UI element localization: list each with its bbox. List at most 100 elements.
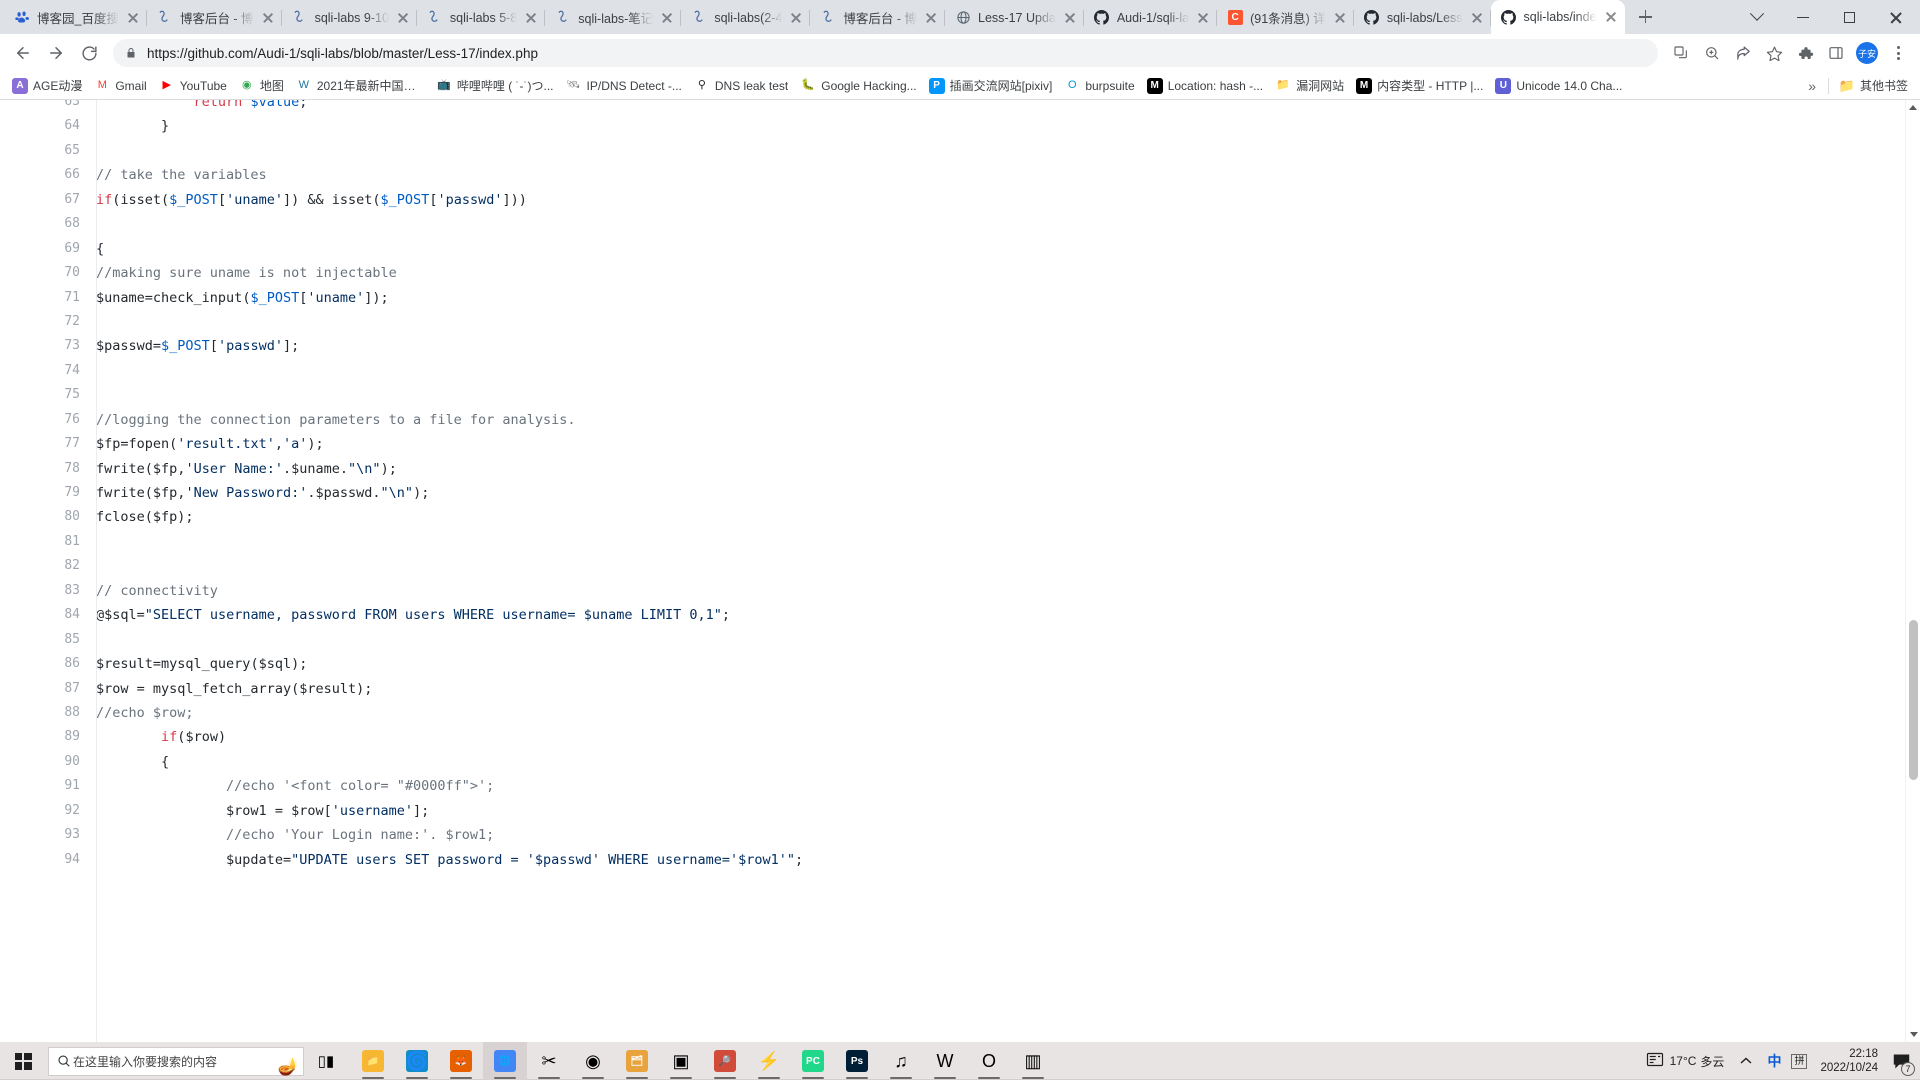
bookmark-item[interactable]: 📁 漏洞网站 bbox=[1269, 75, 1350, 97]
bookmark-item[interactable]: 📺 哔哩哔哩 ( ˙-˙)つ... bbox=[430, 75, 560, 97]
tab-close-button[interactable] bbox=[260, 10, 276, 26]
tab-close-button[interactable] bbox=[1195, 10, 1211, 26]
chrome-menu-icon[interactable] bbox=[1884, 46, 1912, 60]
browser-tab[interactable]: sqli-labs-笔记 bbox=[545, 1, 682, 34]
taskbar-app-folder-window[interactable]: 🗂 bbox=[615, 1042, 659, 1080]
reload-button[interactable] bbox=[74, 38, 104, 68]
extensions-puzzle-icon[interactable] bbox=[1791, 39, 1819, 67]
tab-close-button[interactable] bbox=[788, 10, 804, 26]
bookmark-item[interactable]: W 2021年最新中国翻... bbox=[290, 75, 430, 97]
browser-tab[interactable]: sqli-labs 5-8 bbox=[417, 1, 546, 34]
taskbar-app-file-explorer[interactable]: 📁 bbox=[351, 1042, 395, 1080]
diwali-doodle-icon[interactable]: 🪔 bbox=[278, 1058, 299, 1075]
browser-tab[interactable]: Audi-1/sqli-la bbox=[1084, 1, 1218, 34]
browser-tab[interactable]: sqli-labs/inde bbox=[1490, 0, 1625, 34]
browser-tab[interactable]: sqli-labs/Less bbox=[1354, 1, 1491, 34]
tab-search-dropdown-icon[interactable] bbox=[1734, 1, 1780, 34]
tab-title: sqli-labs(2-4 bbox=[714, 10, 783, 25]
profile-avatar[interactable]: 子安 bbox=[1856, 42, 1878, 64]
share-icon[interactable] bbox=[1729, 39, 1757, 67]
bookmark-item[interactable]: ⚲ DNS leak test bbox=[688, 75, 794, 97]
bookmark-item[interactable]: ▶ YouTube bbox=[153, 75, 233, 97]
taskbar-app-netease-music[interactable]: ♫ bbox=[879, 1042, 923, 1080]
browser-tab[interactable]: Less-17 Upda bbox=[945, 1, 1084, 34]
taskbar-app-pycharm[interactable]: PC bbox=[791, 1042, 835, 1080]
browser-tab[interactable]: 博客后台 - 博 bbox=[810, 1, 946, 34]
taskbar-app-microsoft-edge[interactable]: 🌀 bbox=[395, 1042, 439, 1080]
clock-date: 2022/10/24 bbox=[1820, 1062, 1878, 1074]
bookmark-item[interactable]: Oburpsuite bbox=[1058, 75, 1140, 97]
other-bookmarks-folder[interactable]: 📁 其他书签 bbox=[1833, 75, 1914, 97]
taskbar-app-navicat[interactable]: ◉ bbox=[571, 1042, 615, 1080]
start-button[interactable] bbox=[0, 1042, 46, 1080]
taskbar-search-box[interactable]: 在这里输入你要搜索的内容 🪔 bbox=[48, 1046, 304, 1076]
code-line: 90 { bbox=[0, 750, 1905, 774]
tab-close-button[interactable] bbox=[1062, 10, 1078, 26]
tab-close-button[interactable] bbox=[659, 10, 675, 26]
bookmark-item[interactable]: A AGE动漫 bbox=[6, 75, 88, 97]
notification-center-button[interactable]: 7 bbox=[1886, 1042, 1916, 1080]
tab-close-button[interactable] bbox=[125, 10, 141, 26]
taskbar-app-snipping-tool[interactable]: ✂ bbox=[527, 1042, 571, 1080]
taskbar-app-firefox[interactable]: 🦊 bbox=[439, 1042, 483, 1080]
tab-close-button[interactable] bbox=[1332, 10, 1348, 26]
zoom-icon[interactable] bbox=[1698, 39, 1726, 67]
gutter-divider bbox=[96, 100, 97, 1042]
tab-close-button[interactable] bbox=[1469, 10, 1485, 26]
code-line: 79 fwrite($fp,'New Password:'.$passwd."\n… bbox=[0, 481, 1905, 505]
bookmark-item[interactable]: M 内容类型 - HTTP |... bbox=[1350, 75, 1489, 97]
tab-title: 博客园_百度搜 bbox=[37, 12, 119, 26]
taskbar-app-everything-search[interactable]: 🔎 bbox=[703, 1042, 747, 1080]
scroll-up-arrow[interactable] bbox=[1906, 100, 1920, 115]
task-view-button[interactable]: ▯▮ bbox=[304, 1042, 348, 1080]
side-panel-icon[interactable] bbox=[1822, 39, 1850, 67]
taskbar-app-wechat-word[interactable]: W bbox=[923, 1042, 967, 1080]
browser-tab[interactable]: 博客后台 - 博 bbox=[147, 1, 282, 34]
bookmark-item[interactable]: P 插画交流网站[pixiv] bbox=[923, 75, 1059, 97]
browser-tab[interactable]: sqli-labs(2-4 bbox=[681, 1, 811, 34]
code-text: //logging the connection parameters to a… bbox=[96, 411, 576, 428]
minimize-button[interactable] bbox=[1780, 1, 1826, 34]
taskbar-app-thunder-download[interactable]: ⚡ bbox=[747, 1042, 791, 1080]
tray-overflow-caret[interactable] bbox=[1730, 1042, 1762, 1080]
tab-close-button[interactable] bbox=[395, 10, 411, 26]
browser-tab[interactable]: C (91条消息) 详 bbox=[1217, 1, 1354, 34]
translate-icon[interactable] bbox=[1667, 39, 1695, 67]
forward-button[interactable] bbox=[41, 38, 71, 68]
bookmark-item[interactable]: M Location: hash -... bbox=[1141, 75, 1269, 97]
back-button[interactable] bbox=[8, 38, 38, 68]
browser-tab[interactable]: 博客园_百度搜 bbox=[4, 1, 147, 34]
taskbar-app-opera[interactable]: O bbox=[967, 1042, 1011, 1080]
bookmark-item[interactable]: ◉ 地图 bbox=[233, 75, 290, 97]
taskbar-app-terminal[interactable]: ▣ bbox=[659, 1042, 703, 1080]
maps-icon: ◉ bbox=[242, 79, 252, 91]
line-number: 84 bbox=[64, 607, 80, 623]
bookmark-star-icon[interactable] bbox=[1760, 39, 1788, 67]
weather-widget[interactable]: 17°C 多云 bbox=[1640, 1042, 1731, 1080]
tab-close-button[interactable] bbox=[1603, 9, 1619, 25]
taskbar-app-google-chrome[interactable]: 🌐 bbox=[483, 1042, 527, 1080]
new-tab-button[interactable] bbox=[1631, 3, 1659, 31]
code-text: @$sql="SELECT username, password FROM us… bbox=[96, 607, 731, 624]
browser-tab[interactable]: sqli-labs 9-10 bbox=[282, 1, 417, 34]
bookmark-item[interactable]: 🛰 IP/DNS Detect -... bbox=[560, 75, 688, 97]
bookmark-item[interactable]: 🐛 Google Hacking... bbox=[794, 75, 922, 97]
tab-close-button[interactable] bbox=[923, 10, 939, 26]
scroll-down-arrow[interactable] bbox=[1906, 1027, 1920, 1042]
ime-mode-indicator[interactable]: 拼 bbox=[1786, 1042, 1812, 1080]
bookmark-item[interactable]: U Unicode 14.0 Cha... bbox=[1489, 75, 1628, 97]
code-text: { bbox=[96, 240, 105, 257]
bookmark-item[interactable]: M Gmail bbox=[88, 75, 152, 97]
scrollbar-thumb[interactable] bbox=[1909, 620, 1918, 780]
clock-widget[interactable]: 22:18 2022/10/24 bbox=[1812, 1042, 1886, 1080]
address-bar[interactable]: https://github.com/Audi-1/sqli-labs/blob… bbox=[113, 39, 1658, 67]
taskbar-app-burp-suite[interactable]: ▥ bbox=[1011, 1042, 1055, 1080]
maximize-button[interactable] bbox=[1826, 1, 1872, 34]
tab-close-button[interactable] bbox=[523, 10, 539, 26]
page-scrollbar[interactable] bbox=[1905, 100, 1920, 1042]
close-window-button[interactable] bbox=[1872, 1, 1918, 34]
bookmarks-overflow-button[interactable]: » bbox=[1800, 78, 1824, 94]
taskbar-app-photoshop[interactable]: Ps bbox=[835, 1042, 879, 1080]
taskbar-search-placeholder: 在这里输入你要搜索的内容 bbox=[73, 1054, 218, 1069]
ime-language-indicator[interactable]: 中 bbox=[1762, 1042, 1786, 1080]
